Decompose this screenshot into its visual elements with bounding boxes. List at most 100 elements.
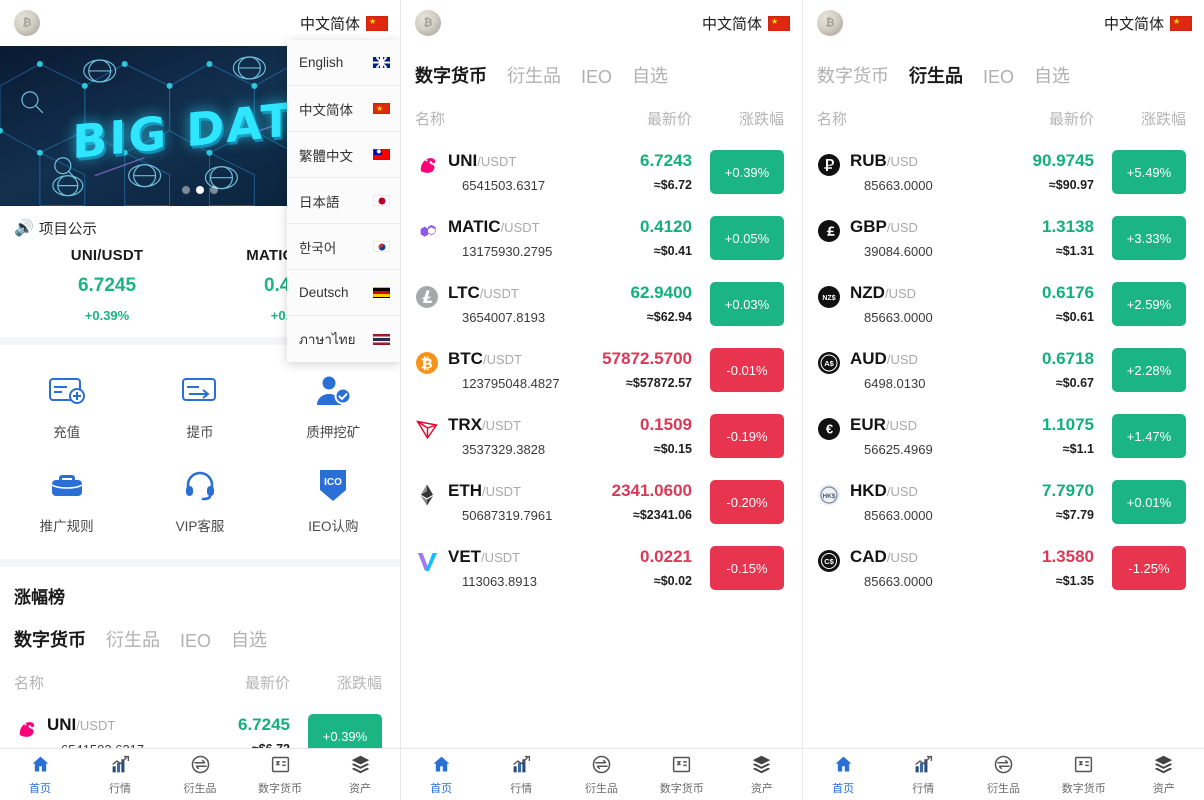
table-row[interactable]: GBP/USD 39084.6000 1.3138 ≈$1.31 +3.33% [803,205,1204,271]
nav-item-home[interactable]: 首页 [0,754,80,796]
nav-item-home[interactable]: 首页 [803,754,883,796]
row-usd-price: ≈$6.72 [653,178,692,192]
table-row[interactable]: HK$ HKD/USD 85663.0000 7.7970 ≈$7.79 +0.… [803,469,1204,535]
market-tabs: 数字货币 衍生品 IEO 自选 [401,46,802,96]
table-row[interactable]: UNI/USDT 6541503.6317 6.7245 ≈$6.72 +0.3… [0,703,400,748]
tab-digital-currency[interactable]: 数字货币 [14,626,86,652]
nzd-icon: NZ$ [817,285,841,309]
nav-item-markets[interactable]: 行情 [883,754,963,796]
coin-logo-icon[interactable]: ₿ [817,10,843,36]
table-row[interactable]: LTC/USDT 3654007.8193 62.9400 ≈$62.94 +0… [401,271,802,337]
table-row[interactable]: MATIC/USDT 13175930.2795 0.4120 ≈$0.41 +… [401,205,802,271]
uni-icon [14,717,38,741]
gbp-icon [817,219,841,243]
table-row[interactable]: VET/USDT 113063.8913 0.0221 ≈$0.02 -0.15… [401,535,802,601]
table-row[interactable]: NZ$ NZD/USD 85663.0000 0.6176 ≈$0.61 +2.… [803,271,1204,337]
tab-derivatives[interactable]: 衍生品 [507,62,561,88]
ticker-pair: UNI/USDT [70,247,144,264]
carousel-dot[interactable] [210,186,218,194]
hkd-icon: HK$ [817,483,841,507]
row-usd-price: ≈$0.67 [1055,376,1094,390]
tab-favorites[interactable]: 自选 [632,62,668,88]
language-option-korean[interactable]: 한국어 [287,224,400,270]
coin-logo-icon[interactable]: ₿ [14,10,40,36]
nav-item-home[interactable]: 首页 [401,754,481,796]
quick-action-promotion-rules[interactable]: 推广规则 [0,455,133,549]
quick-action-deposit[interactable]: 充值 [0,361,133,455]
vet-icon [415,549,439,573]
row-usd-price: ≈$90.97 [1048,178,1094,192]
language-option-japanese[interactable]: 日本語 [287,178,400,224]
nav-item-digital-currency[interactable]: 数字货币 [240,754,320,796]
row-symbol: ETH/USDT [448,480,521,500]
nav-item-label: 行情 [912,782,935,795]
ticker-card[interactable]: UNI/USDT 6.7245 +0.39% [14,247,200,323]
nav-item-derivatives[interactable]: 衍生品 [561,754,641,796]
language-option-simplified-chinese[interactable]: 中文简体 [287,86,400,132]
table-row[interactable]: BTC/USDT 123795048.4827 57872.5700 ≈$578… [401,337,802,403]
tab-ieo[interactable]: IEO [581,67,612,88]
exchange-icon [993,754,1015,776]
language-option-english[interactable]: English [287,40,400,86]
coin-logo-icon[interactable]: ₿ [415,10,441,36]
table-row[interactable]: € EUR/USD 56625.4969 1.1075 ≈$1.1 +1.47% [803,403,1204,469]
tab-ieo[interactable]: IEO [180,631,211,652]
tab-derivatives[interactable]: 衍生品 [106,626,160,652]
table-row[interactable]: UNI/USDT 6541503.6317 6.7243 ≈$6.72 +0.3… [401,139,802,205]
market-scroll-area[interactable]: 数字货币 衍生品 IEO 自选 名称 最新价 涨跌幅 RUB/USD 85663… [803,46,1204,748]
carousel-dot[interactable] [182,186,190,194]
market-scroll-area[interactable]: 数字货币 衍生品 IEO 自选 名称 最新价 涨跌幅 UNI/USDT 6541… [401,46,802,748]
column-header-name: 名称 [817,111,848,128]
nav-item-digital-currency[interactable]: 数字货币 [1044,754,1124,796]
language-option-thai[interactable]: ภาษาไทย [287,316,400,362]
tab-digital-currency[interactable]: 数字货币 [817,62,889,88]
table-row[interactable]: RUB/USD 85663.0000 90.9745 ≈$90.97 +5.49… [803,139,1204,205]
nav-item-markets[interactable]: 行情 [80,754,160,796]
exchange-icon [189,754,211,776]
table-row[interactable]: ETH/USDT 50687319.7961 2341.0600 ≈$2341.… [401,469,802,535]
nav-item-markets[interactable]: 行情 [481,754,561,796]
tab-ieo[interactable]: IEO [983,67,1014,88]
nav-item-label: 数字货币 [659,782,704,795]
carousel-dot-active[interactable] [196,186,204,194]
nav-item-assets[interactable]: 资产 [1124,754,1204,796]
tab-favorites[interactable]: 自选 [231,626,267,652]
quick-actions-grid: 充值 提币 质押挖矿 推广规则 VIP客服 ICO IEO认购 [0,345,400,559]
quick-action-staking[interactable]: 质押挖矿 [267,361,400,455]
app-screenshot: ₿ 中文简体 English 中文简体 繁體中文 [0,0,1204,800]
quick-action-vip-support[interactable]: VIP客服 [133,455,266,549]
nav-item-derivatives[interactable]: 衍生品 [963,754,1043,796]
language-dropdown-menu[interactable]: English 中文简体 繁體中文 日本語 한국어 [287,40,400,362]
row-change-badge: -0.15% [710,546,784,590]
language-option-german[interactable]: Deutsch [287,270,400,316]
table-row[interactable]: TRX/USDT 3537329.3828 0.1509 ≈$0.15 -0.1… [401,403,802,469]
table-row[interactable]: C$ CAD/USD 85663.0000 1.3580 ≈$1.35 -1.2… [803,535,1204,601]
language-option-traditional-chinese[interactable]: 繁體中文 [287,132,400,178]
nav-item-assets[interactable]: 资产 [722,754,802,796]
home-icon [832,754,854,776]
btc-icon [415,351,439,375]
bottom-navigation: 首页 行情 衍生品 数字货币 资产 [0,748,400,800]
quick-action-withdraw[interactable]: 提币 [133,361,266,455]
nav-item-derivatives[interactable]: 衍生品 [160,754,240,796]
nav-item-label: 衍生品 [183,782,217,795]
carousel-dots[interactable] [182,186,218,194]
row-quote: /USD [885,417,917,433]
nav-item-assets[interactable]: 资产 [320,754,400,796]
tab-digital-currency[interactable]: 数字货币 [415,62,487,88]
language-selector-button[interactable]: 中文简体 [300,13,388,34]
row-usd-price: ≈$1.35 [1055,574,1094,588]
tab-derivatives[interactable]: 衍生品 [909,62,963,88]
tab-favorites[interactable]: 自选 [1034,62,1070,88]
row-symbol: UNI/USDT [448,150,517,170]
bottom-navigation: 首页 行情 衍生品 数字货币 资产 [803,748,1204,800]
row-price: 57872.5700 [602,349,692,368]
flag-de-icon [373,287,390,298]
language-selector-button[interactable]: 中文简体 [702,13,790,34]
language-selector-button[interactable]: 中文简体 [1104,13,1192,34]
row-volume: 56625.4969 [864,441,933,457]
quick-action-ieo[interactable]: ICO IEO认购 [267,455,400,549]
layers-icon [751,754,773,776]
nav-item-digital-currency[interactable]: 数字货币 [642,754,722,796]
table-row[interactable]: A$ AUD/USD 6498.0130 0.6718 ≈$0.67 +2.28… [803,337,1204,403]
